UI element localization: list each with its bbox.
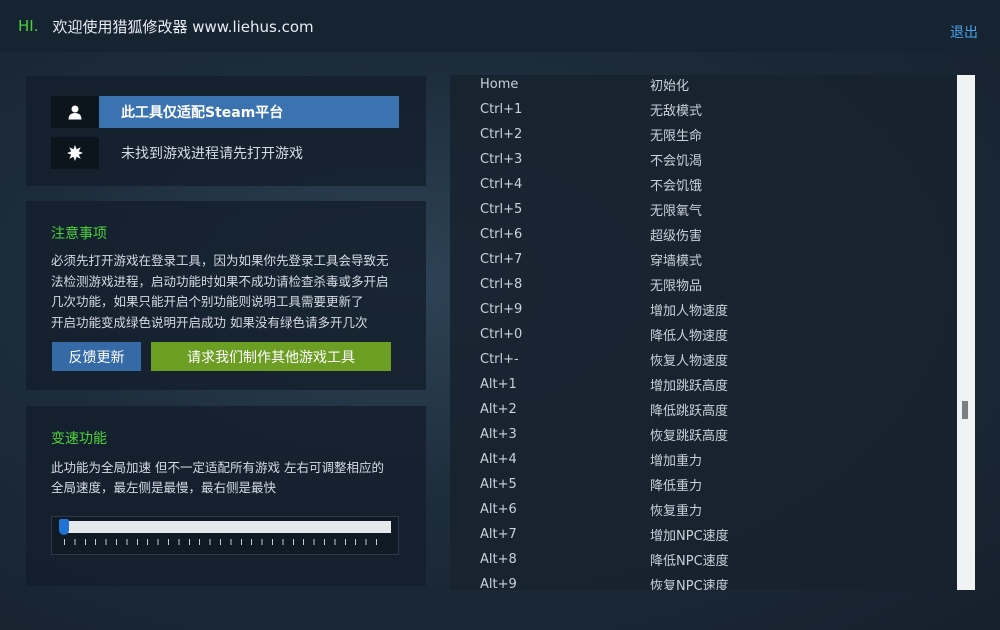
title-bar: HI. 欢迎使用猎狐修改器 www.liehus.com 退出 [0, 0, 1000, 52]
speed-slider[interactable] [51, 516, 399, 555]
hotkey-row[interactable]: Ctrl+9 增加人物速度 [450, 297, 955, 322]
hotkey-key: Alt+7 [480, 527, 517, 542]
slider-track[interactable] [60, 521, 391, 533]
hotkey-function: 超级伤害 [650, 229, 703, 244]
hotkey-key: Home [480, 77, 519, 92]
hotkey-key: Ctrl+7 [480, 252, 523, 267]
hotkey-key: Ctrl+5 [480, 202, 523, 217]
hotkey-key: Alt+5 [480, 477, 517, 492]
hotkey-key: Alt+8 [480, 552, 517, 567]
hotkey-key: Alt+6 [480, 502, 517, 517]
hotkey-function: 增加跳跃高度 [650, 379, 729, 394]
hotkey-function: 无敌模式 [650, 104, 703, 119]
hotkey-row[interactable]: Ctrl+8 无限物品 [450, 272, 955, 297]
hotkey-function: 恢复重力 [650, 504, 703, 519]
hotkey-function: 无限生命 [650, 129, 703, 144]
hotkey-row[interactable]: Ctrl+7 穿墙模式 [450, 247, 955, 272]
gear-icon [51, 137, 99, 169]
hotkey-function: 恢复NPC速度 [650, 579, 729, 590]
process-label: 未找到游戏进程请先打开游戏 [121, 146, 303, 162]
hotkey-function: 降低NPC速度 [650, 554, 729, 569]
hotkey-key: Ctrl+- [480, 352, 519, 367]
speed-title: 变速功能 [51, 431, 107, 447]
hotkey-key: Ctrl+3 [480, 152, 523, 167]
notice-text: 必须先打开游戏在登录工具，因为如果你先登录工具会导致无 法检测游戏进程，启动功能… [51, 251, 411, 333]
hotkey-row[interactable]: Alt+6 恢复重力 [450, 497, 955, 522]
hotkey-list: Home 初始化 Ctrl+1 无敌模式 Ctrl+2 无限生命 Ctrl+3 不会饥渴 Ctr… [450, 75, 955, 590]
hotkey-key: Ctrl+9 [480, 302, 523, 317]
speed-description: 此功能为全局加速 但不一定适配所有游戏 左右可调整相应的 全局速度，最左侧是最慢… [51, 458, 411, 498]
user-icon [51, 96, 99, 128]
hotkey-row[interactable]: Ctrl+2 无限生命 [450, 122, 955, 147]
hotkey-row[interactable]: Alt+2 降低跳跃高度 [450, 397, 955, 422]
hotkey-row[interactable]: Ctrl+4 不会饥饿 [450, 172, 955, 197]
platform-label: 此工具仅适配Steam平台 [99, 96, 399, 128]
hotkey-key: Alt+2 [480, 402, 517, 417]
hotkey-function: 无限物品 [650, 279, 703, 294]
hotkey-function: 不会饥饿 [650, 179, 703, 194]
hotkey-function: 恢复人物速度 [650, 354, 729, 369]
hotkey-row[interactable]: Alt+9 恢复NPC速度 [450, 572, 955, 590]
hotkey-row[interactable]: Ctrl+5 无限氧气 [450, 197, 955, 222]
hotkey-row[interactable]: Ctrl+- 恢复人物速度 [450, 347, 955, 372]
hotkey-row[interactable]: Alt+7 增加NPC速度 [450, 522, 955, 547]
hotkey-function: 增加人物速度 [650, 304, 729, 319]
hotkey-row[interactable]: Ctrl+3 不会饥渴 [450, 147, 955, 172]
notice-line: 法检测游戏进程，启动功能时如果不成功请检查杀毒或多开启 [51, 273, 389, 289]
hotkey-key: Ctrl+1 [480, 102, 523, 117]
hotkey-function: 降低人物速度 [650, 329, 729, 344]
hotkey-function: 初始化 [650, 79, 690, 94]
hotkey-function: 降低重力 [650, 479, 703, 494]
hotkey-key: Ctrl+8 [480, 277, 523, 292]
platform-status: 此工具仅适配Steam平台 [51, 96, 399, 128]
scrollbar[interactable] [957, 75, 975, 590]
status-panel: 此工具仅适配Steam平台 未找到游戏进程请先打开游戏 [26, 76, 426, 186]
speed-line: 全局速度，最左侧是最慢，最右侧是最快 [51, 480, 277, 495]
request-tool-button[interactable]: 请求我们制作其他游戏工具 [151, 342, 391, 371]
hotkey-row[interactable]: Home 初始化 [450, 75, 955, 97]
notice-title: 注意事项 [51, 226, 107, 242]
welcome-title: 欢迎使用猎狐修改器 www.liehus.com [52, 17, 314, 36]
hotkey-key: Alt+3 [480, 427, 517, 442]
notice-line: 开启功能变成绿色说明开启成功 如果没有绿色请多开几次 [51, 314, 368, 330]
hotkey-row[interactable]: Alt+4 增加重力 [450, 447, 955, 472]
notice-line: 必须先打开游戏在登录工具，因为如果你先登录工具会导致无 [51, 253, 389, 268]
slider-ticks [64, 539, 386, 545]
hotkey-function: 增加NPC速度 [650, 529, 729, 544]
hotkey-row[interactable]: Ctrl+6 超级伤害 [450, 222, 955, 247]
hotkey-function: 降低跳跃高度 [650, 404, 729, 419]
feedback-button[interactable]: 反馈更新 [52, 342, 141, 371]
hotkey-key: Ctrl+4 [480, 177, 523, 192]
hotkey-list-panel: Home 初始化 Ctrl+1 无敌模式 Ctrl+2 无限生命 Ctrl+3 不会饥渴 Ctr… [450, 75, 975, 590]
hotkey-key: Alt+4 [480, 452, 517, 467]
hotkey-row[interactable]: Alt+8 降低NPC速度 [450, 547, 955, 572]
hotkey-function: 穿墙模式 [650, 254, 703, 269]
hotkey-row[interactable]: Alt+3 恢复跳跃高度 [450, 422, 955, 447]
process-status: 未找到游戏进程请先打开游戏 [51, 137, 399, 169]
speed-panel: 变速功能 此功能为全局加速 但不一定适配所有游戏 左右可调整相应的 全局速度，最… [26, 406, 426, 586]
speed-line: 此功能为全局加速 但不一定适配所有游戏 左右可调整相应的 [51, 460, 384, 475]
slider-thumb[interactable] [59, 519, 69, 535]
hotkey-key: Ctrl+0 [480, 327, 523, 342]
hotkey-key: Ctrl+6 [480, 227, 523, 242]
hotkey-key: Ctrl+2 [480, 127, 523, 142]
hotkey-row[interactable]: Ctrl+1 无敌模式 [450, 97, 955, 122]
hotkey-row[interactable]: Alt+5 降低重力 [450, 472, 955, 497]
exit-button[interactable]: 退出 [950, 22, 978, 42]
notice-panel: 注意事项 必须先打开游戏在登录工具，因为如果你先登录工具会导致无 法检测游戏进程… [26, 201, 426, 390]
hotkey-key: Alt+9 [480, 577, 517, 590]
hotkey-function: 恢复跳跃高度 [650, 429, 729, 444]
hotkey-row[interactable]: Ctrl+0 降低人物速度 [450, 322, 955, 347]
hotkey-row[interactable]: Alt+1 增加跳跃高度 [450, 372, 955, 397]
hotkey-key: Alt+1 [480, 377, 517, 392]
hotkey-function: 无限氧气 [650, 204, 703, 219]
hotkey-function: 不会饥渴 [650, 154, 703, 169]
notice-line: 几次功能，如果只能开启个别功能则说明工具需要更新了 [51, 294, 364, 309]
hotkey-function: 增加重力 [650, 454, 703, 469]
scroll-thumb[interactable] [962, 401, 968, 419]
hi-label: HI. [18, 17, 39, 35]
